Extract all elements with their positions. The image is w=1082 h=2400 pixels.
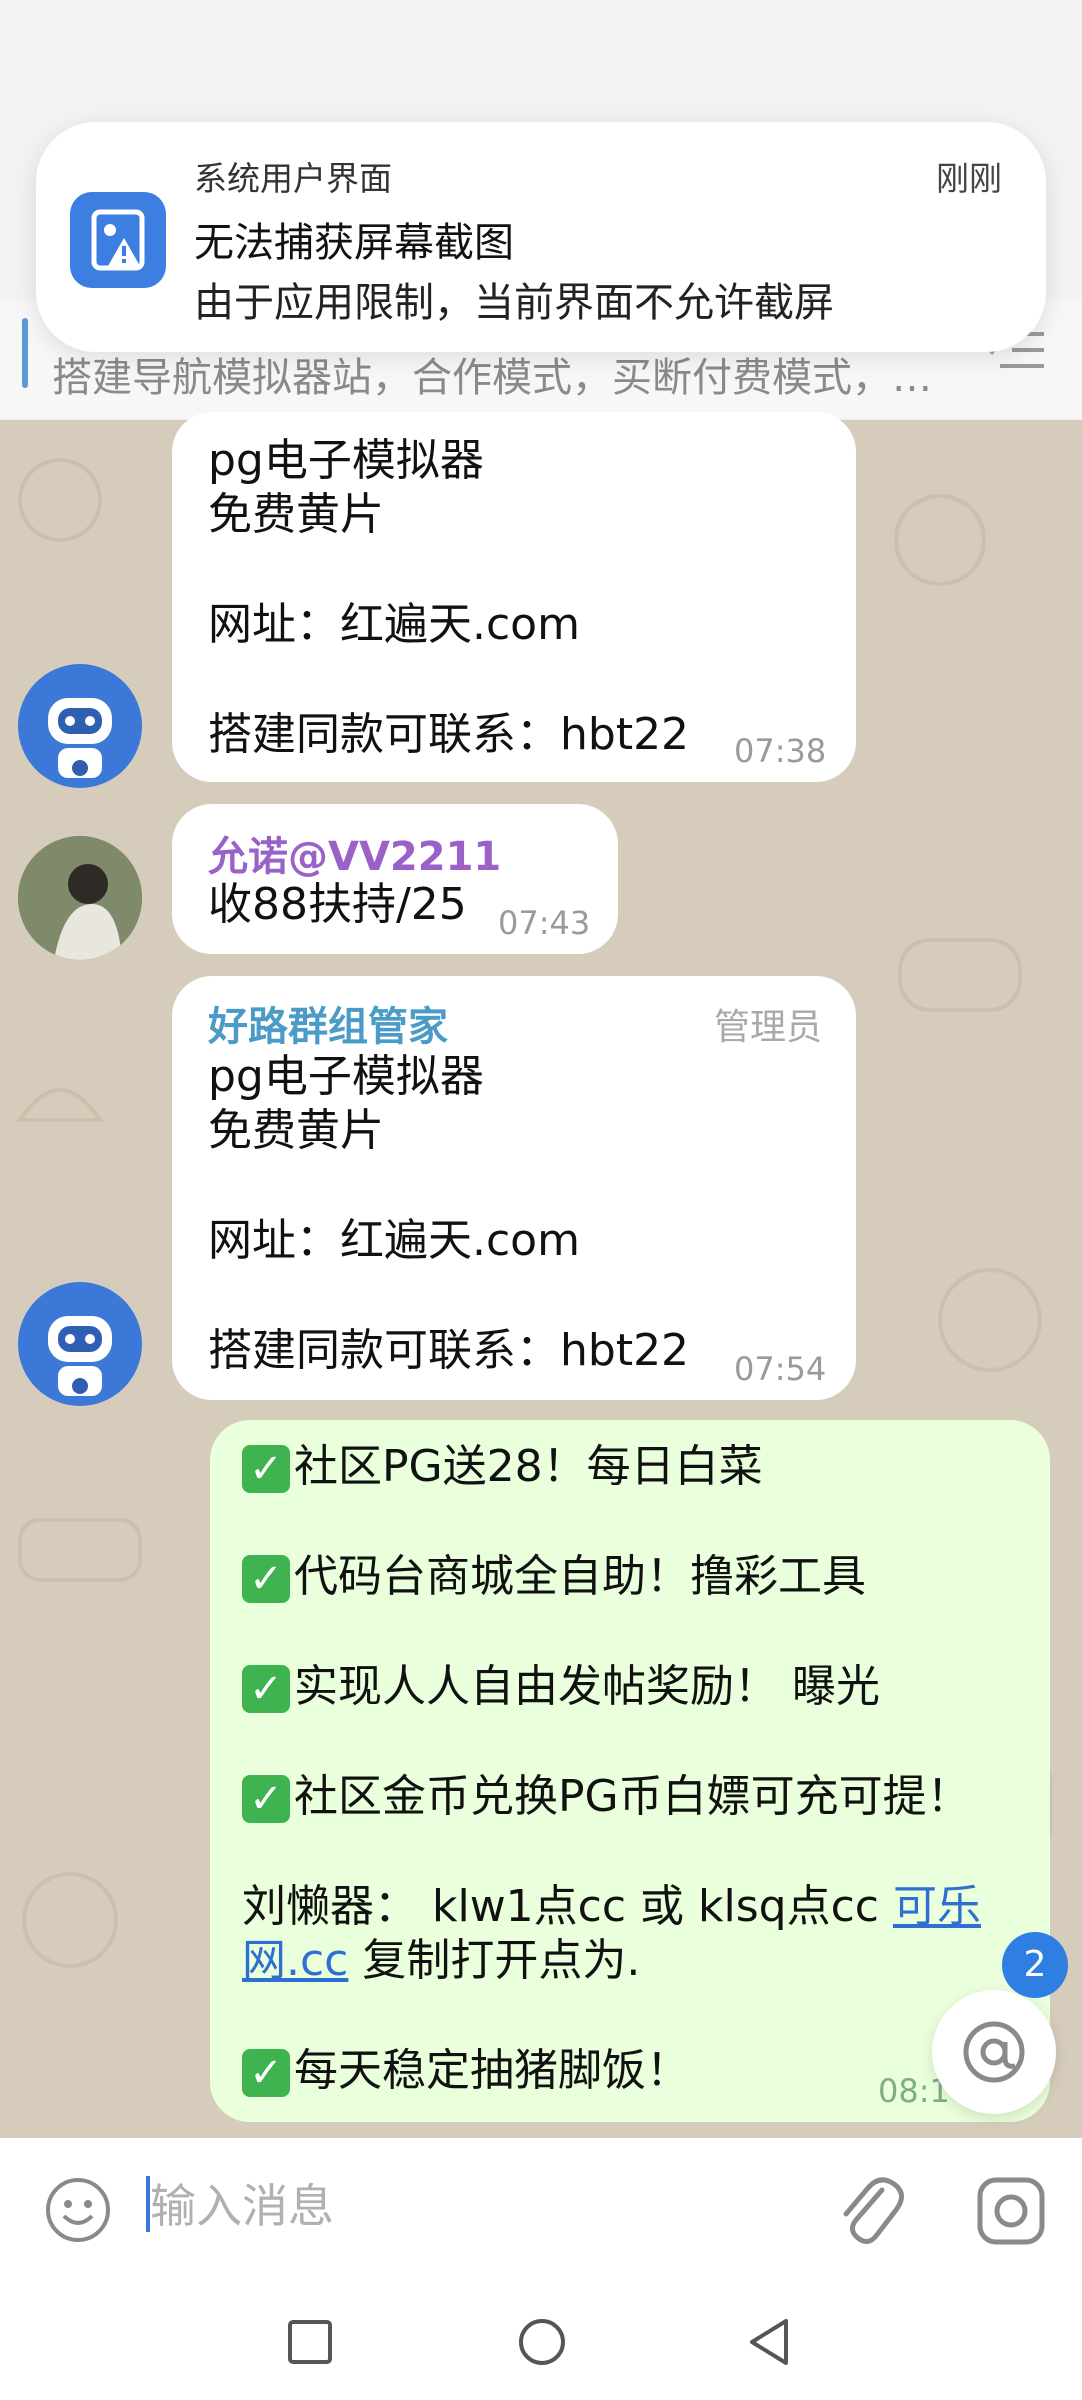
message-time: 07:38 bbox=[734, 732, 827, 770]
check-mark-icon: ✓ bbox=[242, 1555, 290, 1603]
message-line: 网.cc 复制打开点为. bbox=[242, 1935, 641, 1986]
message-link[interactable]: 网.cc bbox=[242, 1935, 348, 1986]
message-time: 07:43 bbox=[498, 904, 591, 942]
robot-icon bbox=[48, 1316, 112, 1396]
message-line: 搭建同款可联系：hbt22 bbox=[208, 709, 690, 760]
back-triangle-icon[interactable] bbox=[746, 2316, 792, 2368]
message-link[interactable]: 可乐 bbox=[893, 1881, 981, 1932]
pinned-message-text[interactable]: 搭建导航模拟器站，合作模式，买断付费模式，… bbox=[52, 345, 932, 403]
message-time: 07:54 bbox=[734, 1350, 827, 1388]
bot-avatar[interactable] bbox=[18, 664, 142, 788]
message-line: ✓ 社区金币兑换PG币白嫖可充可提！ bbox=[242, 1770, 971, 1824]
bot-avatar[interactable] bbox=[18, 1282, 142, 1406]
message-line: pg电子模拟器 bbox=[208, 1051, 484, 1102]
instagram-camera-icon[interactable] bbox=[976, 2176, 1046, 2246]
message-line: 收88扶持/25 bbox=[208, 879, 467, 930]
message-line: 刘懒器： klw1点cc 或 klsq点cc 可乐 bbox=[242, 1881, 981, 1932]
person-photo-icon bbox=[18, 836, 142, 960]
message-line: 搭建同款可联系：hbt22 bbox=[208, 1325, 690, 1376]
check-mark-icon: ✓ bbox=[242, 1665, 290, 1713]
check-mark-icon: ✓ bbox=[242, 2049, 290, 2097]
pinned-indicator bbox=[22, 318, 28, 388]
message-input[interactable]: 输入消息 bbox=[150, 2170, 334, 2236]
smiley-icon[interactable] bbox=[44, 2176, 112, 2244]
message-line: ✓ 代码台商城全自助！撸彩工具 bbox=[242, 1550, 866, 1604]
at-sign-icon bbox=[963, 2021, 1025, 2083]
screenshot-blocked-icon bbox=[70, 192, 166, 288]
screenshot-notification[interactable]: 系统用户界面 刚刚 无法捕获屏幕截图 由于应用限制，当前界面不允许截屏 bbox=[36, 122, 1046, 352]
message-line: 免费黄片 bbox=[208, 1105, 384, 1156]
unread-mention-badge[interactable]: 2 bbox=[1002, 1932, 1068, 1998]
robot-icon bbox=[48, 698, 112, 778]
message-line: 网址：红遍天.com bbox=[208, 1215, 580, 1266]
message-line: ✓ 实现人人自由发帖奖励！ 曝光 bbox=[242, 1660, 880, 1714]
circle-icon[interactable] bbox=[516, 2316, 568, 2368]
check-mark-icon: ✓ bbox=[242, 1445, 290, 1493]
message-line: pg电子模拟器 bbox=[208, 435, 484, 486]
mention-button[interactable] bbox=[932, 1990, 1056, 2114]
notification-time: 刚刚 bbox=[936, 159, 1002, 198]
notification-body: 由于应用限制，当前界面不允许截屏 bbox=[194, 280, 834, 326]
check-mark-icon: ✓ bbox=[242, 1775, 290, 1823]
message-line: 免费黄片 bbox=[208, 489, 384, 540]
message-line: ✓ 社区PG送28！每日白菜 bbox=[242, 1440, 763, 1494]
sender-name[interactable]: 好路群组管家 bbox=[208, 994, 448, 1052]
square-icon[interactable] bbox=[286, 2318, 334, 2366]
user-avatar[interactable] bbox=[18, 836, 142, 960]
paperclip-icon[interactable] bbox=[836, 2174, 906, 2246]
notification-app-name: 系统用户界面 bbox=[194, 159, 392, 198]
admin-role-badge: 管理员 bbox=[714, 1007, 823, 1048]
message-line: 网址：红遍天.com bbox=[208, 599, 580, 650]
message-line: ✓ 每天稳定抽猪脚饭！ bbox=[242, 2044, 690, 2098]
notification-title: 无法捕获屏幕截图 bbox=[194, 220, 514, 266]
sender-name[interactable]: 允诺@VV2211 bbox=[208, 824, 501, 882]
